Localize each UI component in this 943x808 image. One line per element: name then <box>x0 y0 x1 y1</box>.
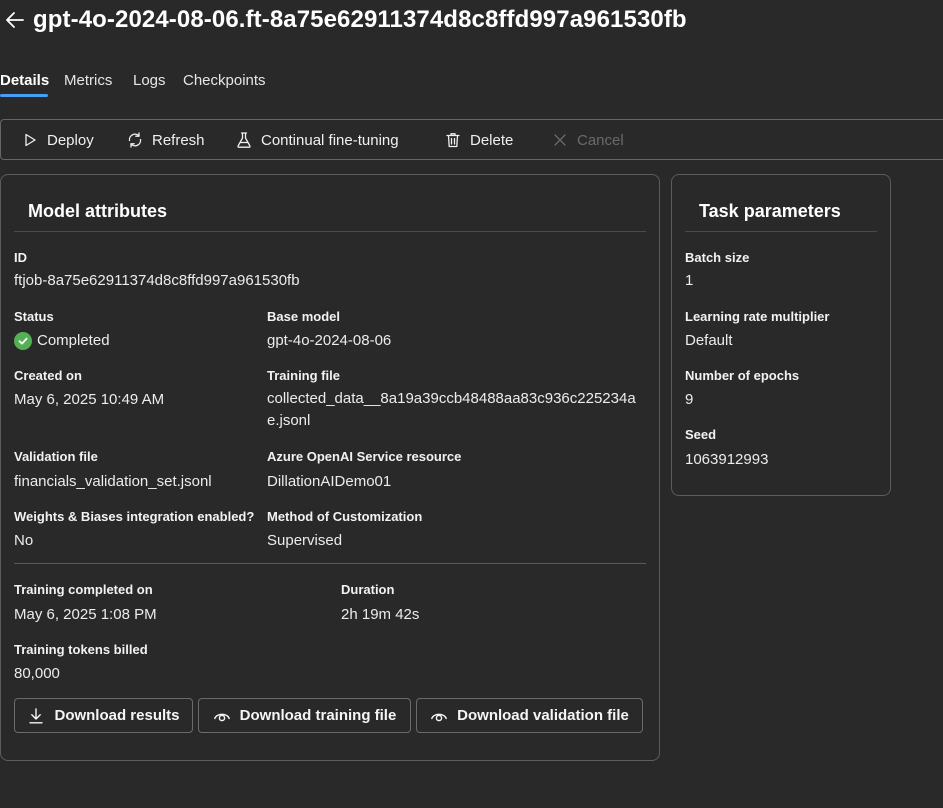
id-label: ID <box>14 250 27 265</box>
continual-fine-tuning-label: Continual fine-tuning <box>261 131 399 149</box>
seed-value: 1063912993 <box>685 451 769 468</box>
deploy-label: Deploy <box>47 131 94 149</box>
download-training-file-button[interactable]: Download training file <box>198 698 411 733</box>
divider <box>685 231 877 232</box>
learning-rate-label: Learning rate multiplier <box>685 309 830 324</box>
back-button[interactable] <box>4 9 26 31</box>
resource-label: Azure OpenAI Service resource <box>267 449 462 464</box>
task-parameters-card: Task parameters Batch size 1 Learning ra… <box>671 174 891 496</box>
wandb-value: No <box>14 532 34 549</box>
training-completed-value: May 6, 2025 1:08 PM <box>14 606 157 623</box>
deploy-button[interactable]: Deploy <box>21 130 94 150</box>
created-on-value: May 6, 2025 10:49 AM <box>14 391 165 408</box>
id-value: ftjob-8a75e62911374d8c8ffd997a961530fb <box>14 272 300 289</box>
trash-icon <box>444 131 462 149</box>
download-validation-file-button[interactable]: Download validation file <box>416 698 643 733</box>
epochs-value: 9 <box>685 391 694 408</box>
arrow-left-icon <box>6 12 24 28</box>
refresh-icon <box>126 131 144 149</box>
cancel-label: Cancel <box>577 131 624 149</box>
seed-label: Seed <box>685 427 717 442</box>
close-icon <box>551 131 569 149</box>
download-training-file-label: Download training file <box>239 707 397 724</box>
base-model-value: gpt-4o-2024-08-06 <box>267 332 392 349</box>
tab-logs[interactable]: Logs <box>133 72 166 89</box>
page-title: gpt-4o-2024-08-06.ft-8a75e62911374d8c8ff… <box>33 6 687 33</box>
training-file-label: Training file <box>267 368 340 383</box>
tab-checkpoints[interactable]: Checkpoints <box>183 72 266 89</box>
delete-button[interactable]: Delete <box>444 130 513 150</box>
eye-icon <box>213 707 231 725</box>
divider <box>14 563 646 564</box>
model-attributes-card: Model attributes ID ftjob-8a75e62911374d… <box>0 174 660 761</box>
continual-fine-tuning-button[interactable]: Continual fine-tuning <box>235 130 399 150</box>
tab-metrics[interactable]: Metrics <box>64 72 112 89</box>
download-results-label: Download results <box>54 707 180 724</box>
active-tab-indicator <box>0 94 48 97</box>
play-icon <box>21 131 39 149</box>
refresh-label: Refresh <box>152 131 205 149</box>
resource-value: DillationAIDemo01 <box>267 473 392 490</box>
method-label: Method of Customization <box>267 509 423 524</box>
beaker-icon <box>235 131 253 149</box>
download-results-button[interactable]: Download results <box>14 698 193 733</box>
batch-size-value: 1 <box>685 272 694 289</box>
status-value: Completed <box>37 332 110 349</box>
model-attributes-title: Model attributes <box>28 201 168 221</box>
command-bar: Deploy Refresh Continual fine-tuning Del… <box>0 119 943 160</box>
method-value: Supervised <box>267 532 343 549</box>
tokens-billed-label: Training tokens billed <box>14 642 148 657</box>
page-header: gpt-4o-2024-08-06.ft-8a75e62911374d8c8ff… <box>0 0 943 44</box>
checkmark-circle-icon <box>14 332 32 350</box>
status-label: Status <box>14 309 54 324</box>
learning-rate-value: Default <box>685 332 733 349</box>
refresh-button[interactable]: Refresh <box>126 130 205 150</box>
task-parameters-title: Task parameters <box>699 201 841 221</box>
epochs-label: Number of epochs <box>685 368 800 383</box>
download-validation-file-label: Download validation file <box>457 707 629 724</box>
tab-details[interactable]: Details <box>0 72 49 89</box>
tokens-billed-value: 80,000 <box>14 665 60 682</box>
duration-value: 2h 19m 42s <box>341 606 420 623</box>
eye-icon <box>430 707 448 725</box>
training-completed-label: Training completed on <box>14 582 153 597</box>
divider <box>14 231 646 232</box>
duration-label: Duration <box>341 582 395 597</box>
training-file-value: collected_data__8a19a39ccb48488aa83c936c… <box>267 390 636 429</box>
validation-file-value: financials_validation_set.jsonl <box>14 473 212 490</box>
wandb-label: Weights & Biases integration enabled? <box>14 509 255 524</box>
cancel-button[interactable]: Cancel <box>551 130 624 150</box>
validation-file-label: Validation file <box>14 449 98 464</box>
download-icon <box>27 707 45 725</box>
created-on-label: Created on <box>14 368 82 383</box>
base-model-label: Base model <box>267 309 340 324</box>
batch-size-label: Batch size <box>685 250 750 265</box>
delete-label: Delete <box>470 131 514 149</box>
